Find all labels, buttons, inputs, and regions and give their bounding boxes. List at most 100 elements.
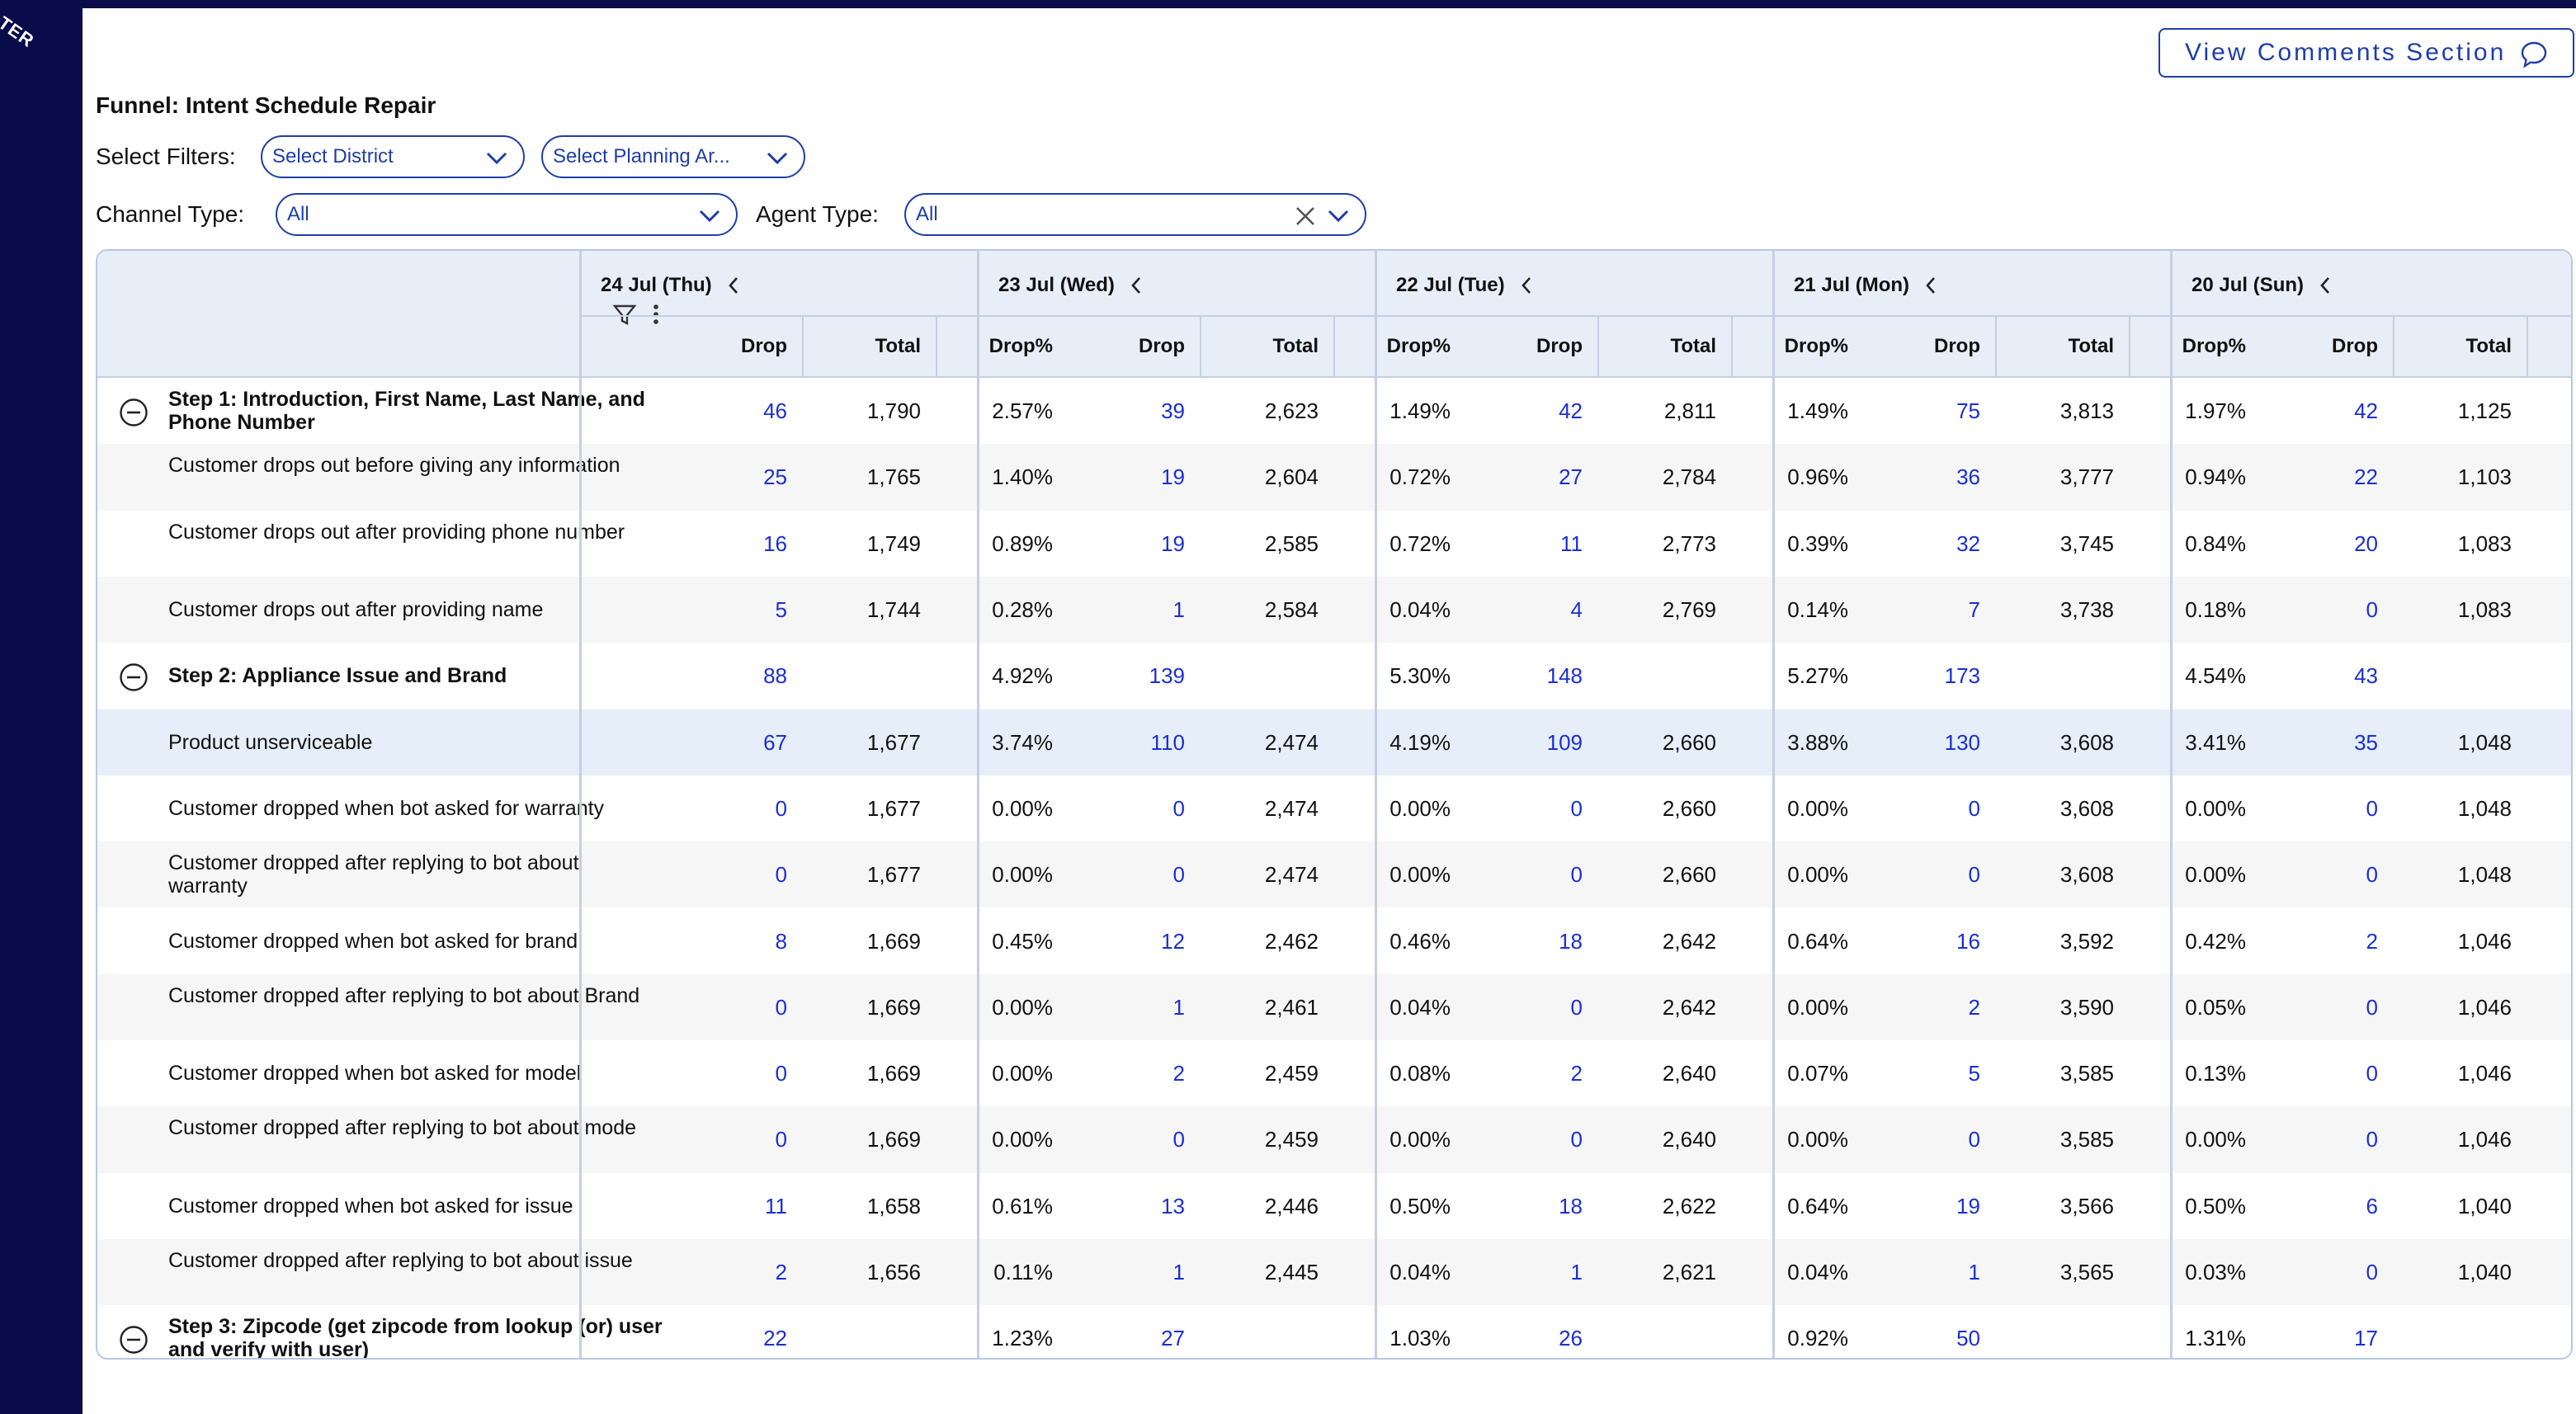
drop-cell[interactable]: 2 <box>1571 1061 1583 1086</box>
drop-cell[interactable]: 43 <box>2354 663 2378 689</box>
column-header-total[interactable]: Total <box>875 335 921 358</box>
drop-cell[interactable]: 18 <box>1559 1194 1583 1219</box>
drop-cell[interactable]: 42 <box>2354 398 2378 424</box>
drop-cell[interactable]: 12 <box>1161 929 1185 954</box>
chevron-left-icon[interactable] <box>727 276 740 295</box>
drop-cell[interactable]: 139 <box>1149 663 1185 689</box>
drop-cell[interactable]: 4 <box>1571 597 1583 623</box>
drop-cell[interactable]: 27 <box>1161 1326 1185 1351</box>
drop-cell[interactable]: 0 <box>1571 995 1583 1020</box>
drop-cell[interactable]: 2 <box>1173 1061 1185 1086</box>
drop-cell[interactable]: 173 <box>1945 663 1980 689</box>
drop-cell[interactable]: 26 <box>1559 1326 1583 1351</box>
drop-cell[interactable]: 0 <box>1173 862 1185 888</box>
drop-cell[interactable]: 11 <box>1560 531 1583 557</box>
drop-cell[interactable]: 0 <box>1173 796 1185 822</box>
drop-cell[interactable]: 0 <box>1969 862 1980 888</box>
drop-cell[interactable]: 0 <box>776 1127 787 1152</box>
clear-icon[interactable] <box>1294 205 1317 228</box>
column-header-total[interactable]: Total <box>1272 335 1319 358</box>
column-header-drop-pct[interactable]: Drop% <box>1785 335 1848 358</box>
drop-cell[interactable]: 16 <box>1956 929 1980 954</box>
drop-cell[interactable]: 32 <box>1956 531 1980 557</box>
drop-cell[interactable]: 67 <box>763 730 787 756</box>
drop-cell[interactable]: 19 <box>1956 1194 1980 1219</box>
chevron-left-icon[interactable] <box>2319 276 2332 295</box>
drop-cell[interactable]: 5 <box>1969 1061 1980 1086</box>
filter-icon[interactable] <box>612 302 637 327</box>
column-header-total[interactable]: Total <box>2465 335 2512 358</box>
column-header-drop-pct[interactable]: Drop% <box>2182 335 2246 358</box>
planning-area-dropdown[interactable]: Select Planning Ar... <box>541 135 805 178</box>
drop-cell[interactable]: 0 <box>2366 1260 2378 1285</box>
drop-cell[interactable]: 22 <box>763 1326 787 1351</box>
drop-cell[interactable]: 2 <box>2366 929 2378 954</box>
chevron-left-icon[interactable] <box>1520 276 1533 295</box>
collapse-icon[interactable] <box>119 1325 149 1355</box>
drop-cell[interactable]: 0 <box>776 796 787 822</box>
drop-cell[interactable]: 0 <box>2366 796 2378 822</box>
drop-cell[interactable]: 0 <box>1969 1127 1980 1152</box>
column-header-drop-pct[interactable]: Drop% <box>989 335 1053 358</box>
drop-cell[interactable]: 0 <box>776 995 787 1020</box>
date-header[interactable]: 21 Jul (Mon) <box>1794 274 1937 297</box>
drop-cell[interactable]: 22 <box>2354 464 2378 490</box>
channel-type-dropdown[interactable]: All <box>276 193 738 236</box>
chevron-left-icon[interactable] <box>1924 276 1937 295</box>
drop-cell[interactable]: 0 <box>776 862 787 888</box>
more-options-icon[interactable] <box>649 302 663 327</box>
drop-cell[interactable]: 19 <box>1161 464 1185 490</box>
drop-cell[interactable]: 0 <box>2366 1061 2378 1086</box>
drop-cell[interactable]: 2 <box>776 1260 787 1285</box>
drop-cell[interactable]: 42 <box>1559 398 1583 424</box>
drop-cell[interactable]: 0 <box>2366 597 2378 623</box>
date-header[interactable]: 23 Jul (Wed) <box>998 274 1143 297</box>
drop-cell[interactable]: 0 <box>1571 862 1583 888</box>
drop-cell[interactable]: 50 <box>1956 1326 1980 1351</box>
drop-cell[interactable]: 17 <box>2354 1326 2378 1351</box>
drop-cell[interactable]: 20 <box>2354 531 2378 557</box>
drop-cell[interactable]: 36 <box>1956 464 1980 490</box>
column-header-drop-pct[interactable]: Drop% <box>1387 335 1451 358</box>
drop-cell[interactable]: 8 <box>776 929 787 954</box>
drop-cell[interactable]: 1 <box>1173 995 1185 1020</box>
column-header-drop[interactable]: Drop <box>1139 335 1185 358</box>
drop-cell[interactable]: 1 <box>1173 597 1185 623</box>
drop-cell[interactable]: 18 <box>1559 929 1583 954</box>
drop-cell[interactable]: 0 <box>776 1061 787 1086</box>
drop-cell[interactable]: 0 <box>1969 796 1980 822</box>
column-header-total[interactable]: Total <box>1670 335 1716 358</box>
drop-cell[interactable]: 88 <box>763 663 787 689</box>
drop-cell[interactable]: 148 <box>1547 663 1583 689</box>
column-header-total[interactable]: Total <box>2068 335 2114 358</box>
drop-cell[interactable]: 0 <box>2366 995 2378 1020</box>
agent-type-dropdown[interactable]: All <box>904 193 1366 236</box>
district-dropdown[interactable]: Select District <box>261 135 525 178</box>
drop-cell[interactable]: 35 <box>2354 730 2378 756</box>
column-header-drop[interactable]: Drop <box>1536 335 1583 358</box>
date-header[interactable]: 24 Jul (Thu) <box>601 274 740 297</box>
drop-cell[interactable]: 5 <box>776 597 787 623</box>
drop-cell[interactable]: 16 <box>763 531 787 557</box>
date-header[interactable]: 22 Jul (Tue) <box>1396 274 1533 297</box>
date-header[interactable]: 20 Jul (Sun) <box>2191 274 2332 297</box>
drop-cell[interactable]: 2 <box>1969 995 1980 1020</box>
drop-cell[interactable]: 7 <box>1969 597 1980 623</box>
drop-cell[interactable]: 109 <box>1547 730 1583 756</box>
collapse-icon[interactable] <box>119 398 149 427</box>
collapse-icon[interactable] <box>119 662 149 692</box>
drop-cell[interactable]: 19 <box>1161 531 1185 557</box>
drop-cell[interactable]: 75 <box>1956 398 1980 424</box>
drop-cell[interactable]: 27 <box>1559 464 1583 490</box>
drop-cell[interactable]: 1 <box>1173 1260 1185 1285</box>
drop-cell[interactable]: 1 <box>1571 1260 1583 1285</box>
drop-cell[interactable]: 39 <box>1161 398 1185 424</box>
drop-cell[interactable]: 0 <box>2366 1127 2378 1152</box>
drop-cell[interactable]: 46 <box>763 398 787 424</box>
view-comments-button[interactable]: View Comments Section <box>2158 28 2574 78</box>
drop-cell[interactable]: 130 <box>1945 730 1980 756</box>
drop-cell[interactable]: 6 <box>2366 1194 2378 1219</box>
drop-cell[interactable]: 110 <box>1151 730 1185 756</box>
column-header-drop[interactable]: Drop <box>2332 335 2378 358</box>
chevron-left-icon[interactable] <box>1130 276 1143 295</box>
